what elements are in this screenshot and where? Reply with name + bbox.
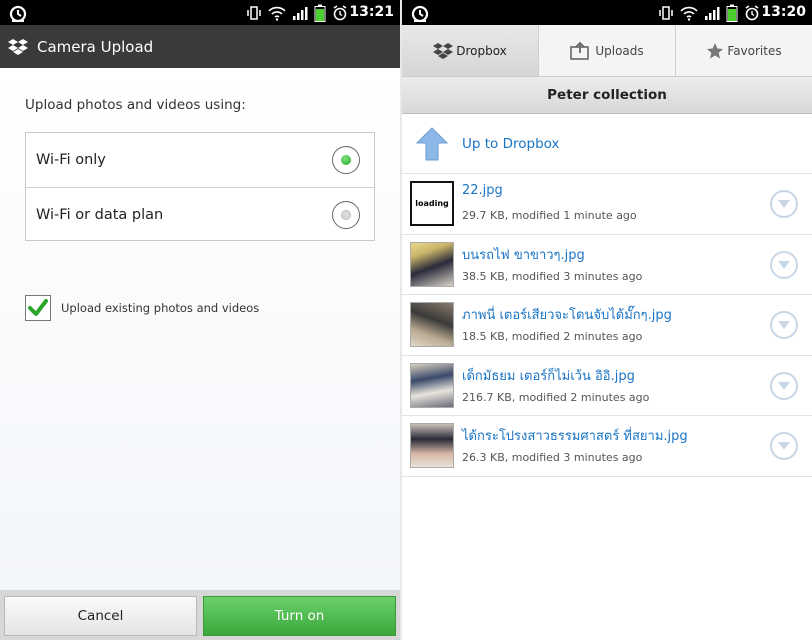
status-bar: 13:20 bbox=[402, 0, 812, 25]
file-name[interactable]: ภาพนี่ เตอร์เสียวจะโดนจับได้มั๊กๆ.jpg bbox=[462, 304, 672, 325]
radio-button-wifi-only[interactable] bbox=[332, 146, 360, 174]
chevron-down-icon bbox=[778, 200, 790, 208]
upload-existing-row[interactable]: Upload existing photos and videos bbox=[25, 295, 259, 321]
file-thumbnail bbox=[410, 241, 454, 287]
radio-label-wifi-only: Wi-Fi only bbox=[36, 152, 106, 168]
settings-body: Upload photos and videos using: Wi-Fi on… bbox=[0, 68, 400, 590]
radio-selected-dot bbox=[341, 155, 351, 165]
radio-button-wifi-or-data[interactable] bbox=[332, 201, 360, 229]
alarm-clock-notification-icon bbox=[9, 5, 27, 23]
file-meta: 29.7 KB, modified 1 minute ago bbox=[462, 209, 637, 222]
alarm-clock-notification-icon bbox=[411, 5, 429, 23]
file-row[interactable]: ได้กระโปรงสาวธรรมศาสตร์ ที่สยาม.jpg 26.3… bbox=[402, 416, 812, 477]
file-options-button[interactable] bbox=[770, 371, 798, 400]
upload-existing-checkbox[interactable] bbox=[25, 295, 51, 321]
file-meta: 26.3 KB, modified 3 minutes ago bbox=[462, 451, 643, 464]
radio-option-wifi-or-data[interactable]: Wi-Fi or data plan bbox=[26, 187, 374, 241]
star-icon bbox=[707, 42, 724, 58]
file-name[interactable]: ได้กระโปรงสาวธรรมศาสตร์ ที่สยาม.jpg bbox=[462, 425, 688, 446]
cancel-button[interactable]: Cancel bbox=[4, 596, 197, 636]
folder-title: Peter collection bbox=[402, 77, 812, 114]
file-name[interactable]: 22.jpg bbox=[462, 183, 503, 198]
file-row[interactable]: ภาพนี่ เตอร์เสียวจะโดนจับได้มั๊กๆ.jpg 18… bbox=[402, 295, 812, 356]
dropbox-browser-screen: 13:20 Dropbox Uploads Favorites Peter co… bbox=[402, 0, 812, 640]
status-bar: 13:21 bbox=[0, 0, 400, 25]
file-thumbnail bbox=[410, 362, 454, 408]
up-to-dropbox-link[interactable]: Up to Dropbox bbox=[462, 136, 559, 152]
battery-icon bbox=[314, 4, 326, 22]
radio-label-wifi-or-data: Wi-Fi or data plan bbox=[36, 206, 164, 223]
tab-dropbox-label: Dropbox bbox=[456, 43, 507, 58]
file-meta: 216.7 KB, modified 2 minutes ago bbox=[462, 390, 650, 404]
tab-uploads[interactable]: Uploads bbox=[539, 25, 676, 76]
file-name[interactable]: บนรถไฟ ขาขาวๆ.jpg bbox=[462, 244, 585, 265]
title-bar: Camera Upload bbox=[0, 25, 400, 68]
chevron-down-icon bbox=[778, 442, 790, 450]
tab-favorites-label: Favorites bbox=[727, 43, 782, 58]
signal-icon bbox=[705, 7, 720, 20]
action-bar: Cancel Turn on bbox=[0, 590, 400, 640]
file-row[interactable]: เด็กมัธยม เตอร์ก็ไม่เว้น อิอิ.jpg 216.7 … bbox=[402, 356, 812, 416]
file-list: loading 22.jpg 29.7 KB, modified 1 minut… bbox=[402, 174, 812, 477]
file-options-button[interactable] bbox=[770, 250, 798, 279]
vibrate-icon bbox=[659, 6, 673, 20]
status-time: 13:20 bbox=[761, 4, 806, 20]
upload-prompt: Upload photos and videos using: bbox=[25, 97, 246, 113]
file-row[interactable]: loading 22.jpg 29.7 KB, modified 1 minut… bbox=[402, 174, 812, 235]
chevron-down-icon bbox=[778, 260, 790, 269]
page-title: Camera Upload bbox=[37, 37, 154, 56]
checkmark-icon bbox=[28, 299, 48, 316]
radio-option-wifi-only[interactable]: Wi-Fi only bbox=[26, 133, 374, 187]
file-options-button[interactable] bbox=[770, 190, 798, 218]
upload-icon bbox=[570, 41, 590, 60]
tab-bar: Dropbox Uploads Favorites bbox=[402, 25, 812, 77]
vibrate-icon bbox=[247, 6, 261, 20]
up-to-parent-row[interactable]: Up to Dropbox bbox=[402, 114, 812, 174]
status-time: 13:21 bbox=[349, 4, 394, 20]
camera-upload-screen: 13:21 Camera Upload Upload photos and vi… bbox=[0, 0, 400, 640]
wifi-icon bbox=[268, 6, 286, 21]
file-meta: 18.5 KB, modified 2 minutes ago bbox=[462, 330, 643, 343]
file-meta: 38.5 KB, modified 3 minutes ago bbox=[462, 269, 643, 283]
upload-existing-label: Upload existing photos and videos bbox=[61, 301, 260, 315]
alarm-icon bbox=[333, 5, 347, 21]
connection-radio-group: Wi-Fi only Wi-Fi or data plan bbox=[25, 132, 375, 241]
tab-uploads-label: Uploads bbox=[595, 43, 644, 58]
chevron-down-icon bbox=[778, 381, 790, 390]
file-options-button[interactable] bbox=[770, 311, 798, 339]
radio-unselected-dot bbox=[341, 210, 351, 220]
wifi-icon bbox=[680, 6, 698, 21]
dropbox-icon bbox=[8, 38, 28, 55]
turn-on-button[interactable]: Turn on bbox=[203, 596, 396, 636]
alarm-icon bbox=[745, 5, 759, 21]
signal-icon bbox=[293, 7, 308, 20]
file-thumbnail bbox=[410, 423, 454, 468]
tab-favorites[interactable]: Favorites bbox=[676, 25, 812, 76]
file-row[interactable]: บนรถไฟ ขาขาวๆ.jpg 38.5 KB, modified 3 mi… bbox=[402, 235, 812, 295]
tab-dropbox[interactable]: Dropbox bbox=[402, 25, 539, 76]
chevron-down-icon bbox=[778, 321, 790, 329]
dropbox-icon bbox=[433, 42, 454, 59]
up-arrow-icon bbox=[416, 126, 448, 160]
file-name[interactable]: เด็กมัธยม เตอร์ก็ไม่เว้น อิอิ.jpg bbox=[462, 365, 635, 386]
file-options-button[interactable] bbox=[770, 432, 798, 460]
file-thumbnail: loading bbox=[410, 181, 454, 226]
file-thumbnail bbox=[410, 302, 454, 347]
battery-icon bbox=[726, 4, 738, 22]
